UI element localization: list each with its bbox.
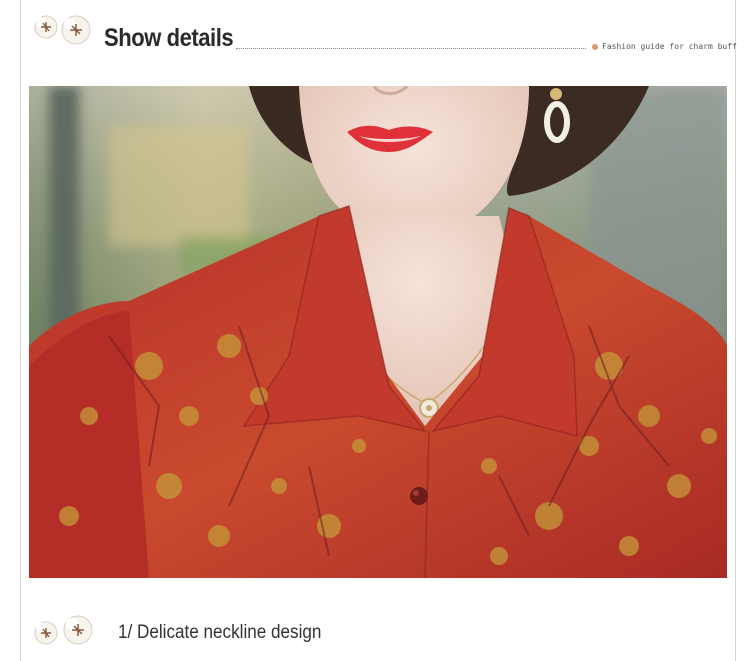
- model-blouse-illustration: [29, 86, 727, 578]
- section-header: Show details Fashion guide for charm buf…: [0, 0, 750, 86]
- cotton-flower-icon: [34, 615, 93, 645]
- section-tagline: Fashion guide for charm buff: [602, 42, 737, 51]
- cotton-flower-icon: [34, 15, 91, 45]
- product-photo: [29, 86, 727, 578]
- section-title: Show details: [104, 24, 234, 52]
- feature-caption: 1/ Delicate neckline design: [118, 622, 322, 643]
- bullet-dot-icon: [592, 44, 598, 50]
- frame-border-right: [735, 0, 736, 661]
- dotted-divider: [236, 48, 586, 49]
- frame-border-left: [20, 0, 21, 661]
- product-detail-page: Show details Fashion guide for charm buf…: [0, 0, 750, 661]
